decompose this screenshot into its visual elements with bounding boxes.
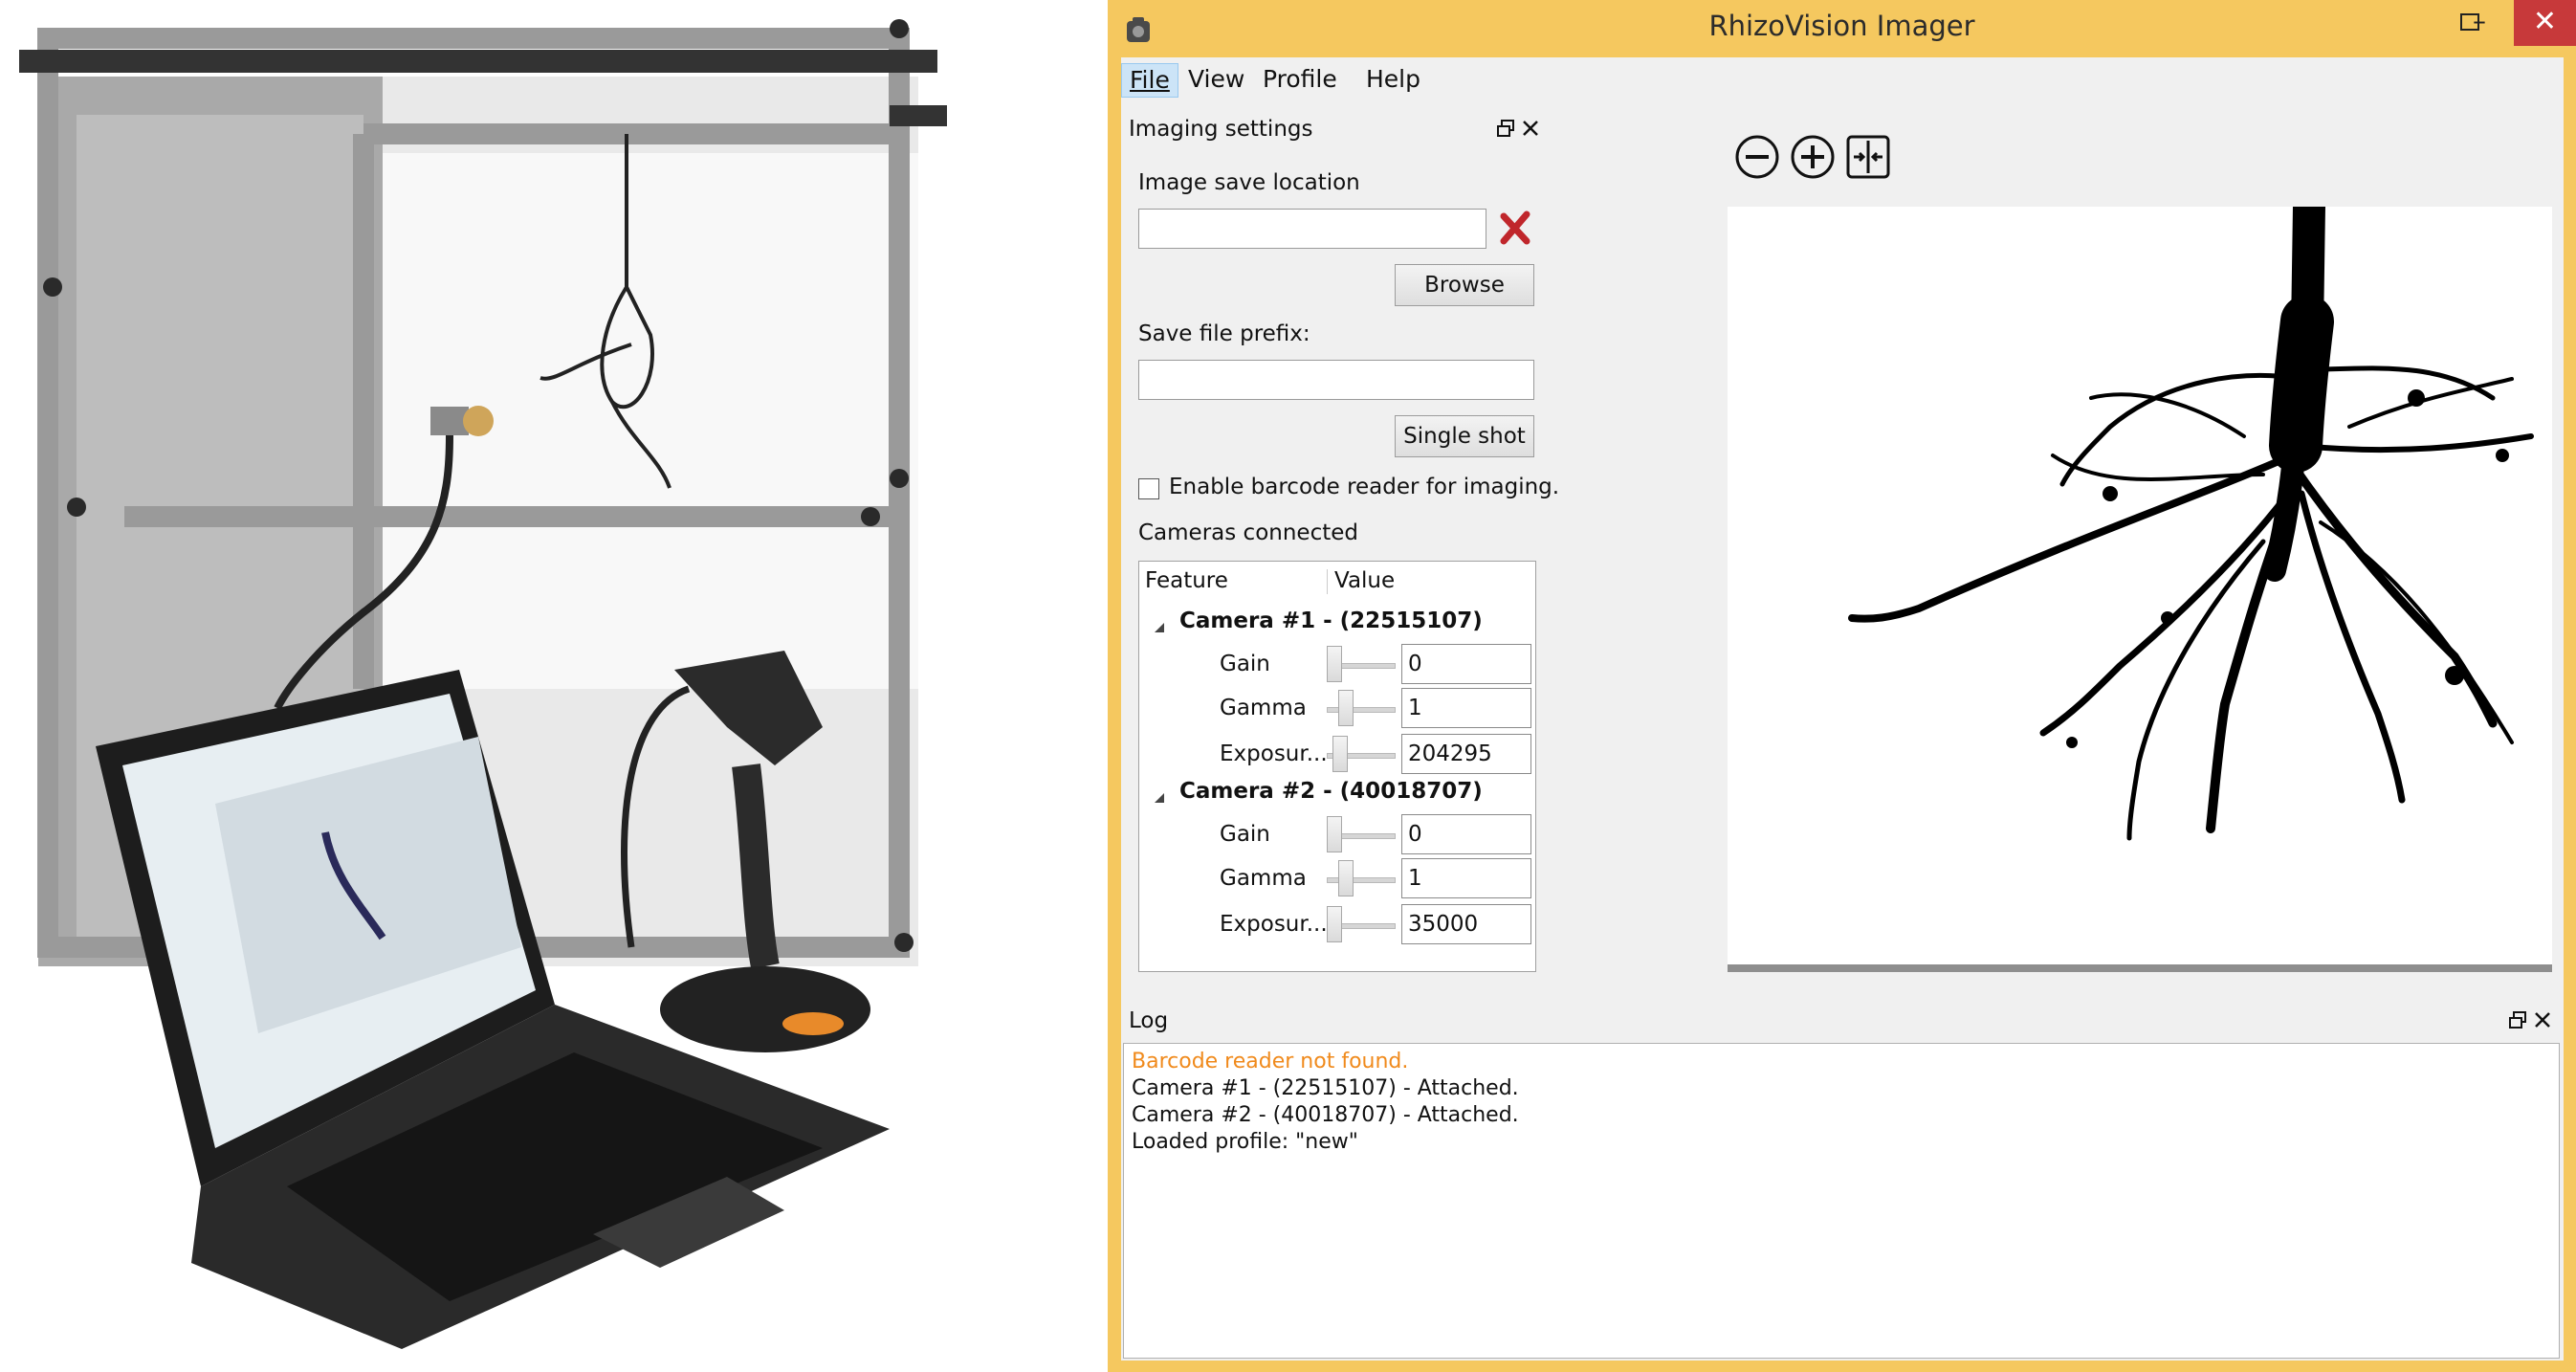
feature-name: Gain bbox=[1220, 822, 1270, 847]
setup-photo-drawing bbox=[19, 19, 947, 1349]
cameras-label: Cameras connected bbox=[1138, 520, 1358, 545]
maximize-icon bbox=[2460, 13, 2479, 31]
exposure-slider-thumb[interactable] bbox=[1332, 736, 1348, 772]
gain-value-input[interactable]: 0 bbox=[1401, 814, 1531, 854]
camera-feature-tree: Feature Value Camera #1 - (22515107) Gai… bbox=[1138, 561, 1536, 972]
barcode-label: Enable barcode reader for imaging. bbox=[1169, 475, 1560, 499]
feature-column-header[interactable]: Feature bbox=[1145, 562, 1228, 600]
gamma-slider-track[interactable] bbox=[1327, 877, 1396, 883]
menu-view[interactable]: View bbox=[1180, 63, 1252, 96]
feature-name: Exposur... bbox=[1220, 741, 1328, 766]
zoom-in-icon[interactable] bbox=[1789, 133, 1837, 181]
feature-name: Exposur... bbox=[1220, 912, 1328, 937]
log-text-area[interactable]: Barcode reader not found. Camera #1 - (2… bbox=[1123, 1043, 2560, 1359]
menu-view-label: View bbox=[1188, 65, 1245, 93]
menu-file[interactable]: File bbox=[1121, 63, 1178, 98]
gain-slider-thumb[interactable] bbox=[1327, 646, 1342, 682]
gain-value-input[interactable]: 0 bbox=[1401, 644, 1531, 684]
barcode-checkbox[interactable] bbox=[1138, 478, 1159, 499]
setup-photo bbox=[0, 0, 985, 1372]
camera-1-row[interactable]: Camera #1 - (22515107) bbox=[1179, 602, 1483, 640]
gain-slider-thumb[interactable] bbox=[1327, 816, 1342, 852]
close-button[interactable]: ✕ bbox=[2514, 0, 2576, 46]
menu-file-label: File bbox=[1130, 66, 1170, 94]
log-line: Barcode reader not found. bbox=[1132, 1050, 1409, 1073]
feature-name: Gamma bbox=[1220, 866, 1307, 891]
save-location-input[interactable] bbox=[1138, 209, 1486, 249]
menu-profile-label: Profile bbox=[1263, 65, 1337, 93]
title-bar[interactable]: RhizoVision Imager – ✕ bbox=[1108, 0, 2576, 57]
value-column-header[interactable]: Value bbox=[1334, 562, 1395, 600]
gamma-slider-thumb[interactable] bbox=[1338, 690, 1354, 726]
zoom-out-icon[interactable] bbox=[1733, 133, 1781, 181]
exposure-value-input[interactable]: 35000 bbox=[1401, 904, 1531, 944]
close-panel-icon[interactable] bbox=[1521, 119, 1540, 138]
collapse-icon[interactable] bbox=[1153, 621, 1166, 634]
menu-help[interactable]: Help bbox=[1358, 63, 1428, 96]
exposure-value-input[interactable]: 204295 bbox=[1401, 734, 1531, 774]
gamma-slider-track[interactable] bbox=[1327, 707, 1396, 713]
gamma-slider-thumb[interactable] bbox=[1338, 860, 1354, 896]
float-icon[interactable] bbox=[1496, 119, 1515, 138]
window-title: RhizoVision Imager bbox=[1708, 10, 1975, 42]
column-separator bbox=[1327, 569, 1328, 594]
feature-name: Gain bbox=[1220, 652, 1270, 676]
single-shot-button[interactable]: Single shot bbox=[1395, 415, 1534, 457]
log-title: Log bbox=[1129, 1008, 1169, 1033]
save-location-label: Image save location bbox=[1138, 170, 1360, 195]
exposure-slider-thumb[interactable] bbox=[1327, 906, 1342, 942]
gamma-value-input[interactable]: 1 bbox=[1401, 688, 1531, 728]
feature-name: Gamma bbox=[1220, 696, 1307, 720]
browse-button[interactable]: Browse bbox=[1395, 264, 1534, 306]
menu-bar: File View Profile Help bbox=[1121, 57, 2564, 101]
prefix-input[interactable] bbox=[1138, 360, 1534, 400]
menu-profile[interactable]: Profile bbox=[1255, 63, 1345, 96]
prefix-label: Save file prefix: bbox=[1138, 321, 1310, 346]
menu-help-label: Help bbox=[1366, 65, 1420, 93]
gamma-value-input[interactable]: 1 bbox=[1401, 858, 1531, 898]
image-viewer[interactable] bbox=[1728, 207, 2552, 972]
close-panel-icon[interactable] bbox=[2533, 1010, 2552, 1029]
float-icon[interactable] bbox=[2508, 1010, 2527, 1029]
root-image bbox=[1848, 207, 2534, 841]
collapse-icon[interactable] bbox=[1153, 791, 1166, 805]
log-line: Camera #1 - (22515107) - Attached. bbox=[1132, 1076, 1519, 1100]
imaging-settings-title: Imaging settings bbox=[1129, 117, 1313, 142]
camera-2-row[interactable]: Camera #2 - (40018707) bbox=[1179, 772, 1483, 810]
clear-location-icon[interactable] bbox=[1496, 209, 1534, 247]
app-window: RhizoVision Imager – ✕ File View Profile… bbox=[1108, 0, 2576, 1372]
maximize-button[interactable] bbox=[2445, 0, 2495, 46]
log-line: Loaded profile: "new" bbox=[1132, 1130, 1358, 1154]
fit-to-window-icon[interactable] bbox=[1844, 133, 1892, 181]
client-area: File View Profile Help Imaging settings … bbox=[1121, 57, 2564, 1361]
log-line: Camera #2 - (40018707) - Attached. bbox=[1132, 1103, 1519, 1127]
